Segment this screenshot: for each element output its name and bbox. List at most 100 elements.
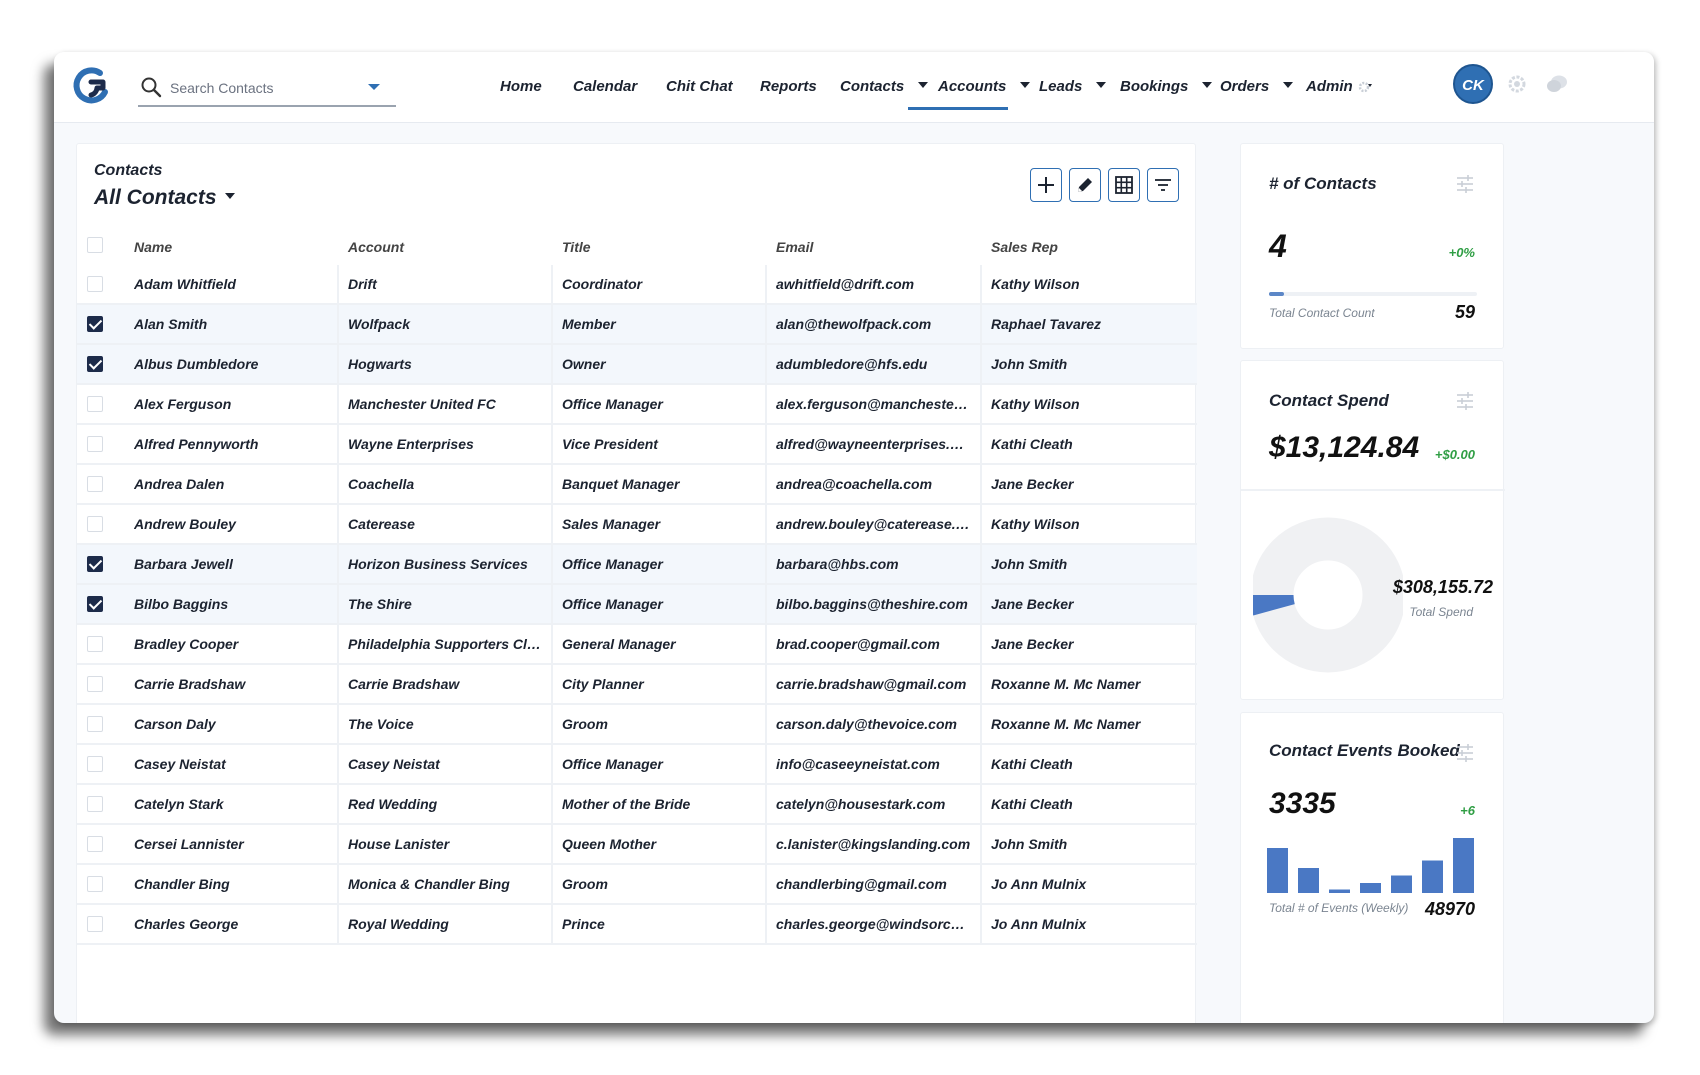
sliders-icon[interactable] [1455, 174, 1475, 194]
row-checkbox[interactable] [87, 676, 103, 692]
search-dropdown-caret-icon[interactable] [368, 84, 380, 90]
cell-name[interactable]: Bilbo Baggins [134, 585, 324, 623]
cell-name[interactable]: Catelyn Stark [134, 785, 324, 823]
column-header-email[interactable]: Email [776, 239, 813, 255]
nav-home[interactable]: Home [500, 78, 542, 95]
cell-email[interactable]: alfred@wayneenterprises.com [776, 425, 971, 463]
column-header-title[interactable]: Title [562, 239, 591, 255]
table-row[interactable]: Barbara Jewell Horizon Business Services O… [77, 545, 1197, 585]
cell-email[interactable]: charles.george@windsorcastle.c... [776, 905, 971, 943]
row-checkbox[interactable] [87, 796, 103, 812]
breadcrumb[interactable]: Contacts [94, 162, 162, 180]
app-logo-icon[interactable] [70, 65, 112, 107]
cell-email[interactable]: andrew.bouley@caterease.com [776, 505, 971, 543]
nav-accounts[interactable]: Accounts [938, 78, 1031, 95]
select-all-checkbox[interactable] [87, 237, 103, 253]
cell-name[interactable]: Barbara Jewell [134, 545, 324, 583]
cell-name[interactable]: Alex Ferguson [134, 385, 324, 423]
table-row[interactable]: Bilbo Baggins The Shire Office Manager bilb… [77, 585, 1197, 625]
nav-calendar[interactable]: Calendar [573, 78, 637, 95]
cell-email[interactable]: chandlerbing@gmail.com [776, 865, 971, 903]
cell-email[interactable]: alan@thewolfpack.com [776, 305, 971, 343]
row-checkbox[interactable] [87, 916, 103, 932]
cell-name[interactable]: Chandler Bing [134, 865, 324, 903]
table-row[interactable]: Alex Ferguson Manchester United FC Office … [77, 385, 1197, 425]
cell-name[interactable]: Alan Smith [134, 305, 324, 343]
row-checkbox[interactable] [87, 356, 103, 372]
sliders-icon[interactable] [1455, 743, 1475, 763]
cell-email[interactable]: brad.cooper@gmail.com [776, 625, 971, 663]
cell-name[interactable]: Andrea Dalen [134, 465, 324, 503]
table-row[interactable]: Alfred Pennyworth Wayne Enterprises Vice P… [77, 425, 1197, 465]
table-row[interactable]: Charles George Royal Wedding Prince charles… [77, 905, 1197, 945]
row-checkbox[interactable] [87, 436, 103, 452]
cell-email[interactable]: awhitfield@drift.com [776, 265, 971, 303]
column-header-sales-rep[interactable]: Sales Rep [991, 239, 1058, 255]
gear-icon[interactable] [1505, 72, 1529, 96]
nav-leads[interactable]: Leads [1039, 78, 1107, 95]
row-checkbox[interactable] [87, 276, 103, 292]
nav-bookings[interactable]: Bookings [1120, 78, 1213, 95]
row-checkbox[interactable] [87, 556, 103, 572]
row-checkbox[interactable] [87, 516, 103, 532]
cell-name[interactable]: Cersei Lannister [134, 825, 324, 863]
cell-email[interactable]: c.lanister@kingslanding.com [776, 825, 971, 863]
cell-name[interactable]: Adam Whitfield [134, 265, 324, 303]
table-row[interactable]: Adam Whitfield Drift Coordinator awhitfield… [77, 265, 1197, 305]
row-checkbox[interactable] [87, 876, 103, 892]
table-row[interactable]: Casey Neistat Casey Neistat Office Manager… [77, 745, 1197, 785]
cell-name[interactable]: Carrie Bradshaw [134, 665, 324, 703]
nav-orders[interactable]: Orders [1220, 78, 1294, 95]
cell-email[interactable]: barbara@hbs.com [776, 545, 971, 583]
column-header-account[interactable]: Account [348, 239, 404, 255]
cell-email[interactable]: bilbo.baggins@theshire.com [776, 585, 971, 623]
cell-name[interactable]: Charles George [134, 905, 324, 943]
grid-view-button[interactable] [1108, 168, 1140, 202]
row-checkbox[interactable] [87, 476, 103, 492]
table-row[interactable]: Carrie Bradshaw Carrie Bradshaw City Plann… [77, 665, 1197, 705]
table-row[interactable]: Alan Smith Wolfpack Member alan@thewolfpack… [77, 305, 1197, 345]
cell-name[interactable]: Alfred Pennyworth [134, 425, 324, 463]
table-row[interactable]: Cersei Lannister House Lanister Queen Moth… [77, 825, 1197, 865]
nav-reports[interactable]: Reports [760, 78, 817, 95]
edit-button[interactable] [1069, 168, 1101, 202]
sliders-icon[interactable] [1455, 391, 1475, 411]
column-header-name[interactable]: Name [134, 239, 172, 255]
nav-admin[interactable]: Admin [1306, 78, 1373, 95]
row-checkbox[interactable] [87, 316, 103, 332]
row-checkbox[interactable] [87, 836, 103, 852]
user-avatar[interactable]: CK [1453, 64, 1493, 104]
cell-name[interactable]: Andrew Bouley [134, 505, 324, 543]
cell-name[interactable]: Albus Dumbledore [134, 345, 324, 383]
table-row[interactable]: Carson Daly The Voice Groom carson.daly@the… [77, 705, 1197, 745]
filter-button[interactable] [1147, 168, 1179, 202]
chat-bubbles-icon[interactable] [1545, 72, 1569, 96]
table-row[interactable]: Andrew Bouley Caterease Sales Manager andre… [77, 505, 1197, 545]
cell-name[interactable]: Bradley Cooper [134, 625, 324, 663]
cell-email[interactable]: carrie.bradshaw@gmail.com [776, 665, 971, 703]
table-row[interactable]: Catelyn Stark Red Wedding Mother of the Br… [77, 785, 1197, 825]
cell-email[interactable]: catelyn@housestark.com [776, 785, 971, 823]
cell-name[interactable]: Casey Neistat [134, 745, 324, 783]
cell-name[interactable]: Carson Daly [134, 705, 324, 743]
nav-contacts[interactable]: Contacts [840, 78, 929, 95]
cell-email[interactable]: adumbledore@hfs.edu [776, 345, 971, 383]
cell-email[interactable]: andrea@coachella.com [776, 465, 971, 503]
search-box[interactable] [138, 70, 396, 107]
row-checkbox[interactable] [87, 716, 103, 732]
row-checkbox[interactable] [87, 596, 103, 612]
table-row[interactable]: Andrea Dalen Coachella Banquet Manager andr… [77, 465, 1197, 505]
nav-chit-chat[interactable]: Chit Chat [666, 78, 733, 95]
cell-email[interactable]: carson.daly@thevoice.com [776, 705, 971, 743]
search-input[interactable] [170, 78, 360, 98]
table-row[interactable]: Bradley Cooper Philadelphia Supporters Cl… [77, 625, 1197, 665]
row-checkbox[interactable] [87, 396, 103, 412]
add-contact-button[interactable] [1030, 168, 1062, 202]
table-row[interactable]: Albus Dumbledore Hogwarts Owner adumbledore… [77, 345, 1197, 385]
row-checkbox[interactable] [87, 756, 103, 772]
view-selector[interactable]: All Contacts [94, 186, 235, 210]
row-checkbox[interactable] [87, 636, 103, 652]
cell-email[interactable]: info@caseeyneistat.com [776, 745, 971, 783]
table-row[interactable]: Chandler Bing Monica & Chandler Bing Groom… [77, 865, 1197, 905]
cell-email[interactable]: alex.ferguson@manchesterunit... [776, 385, 971, 423]
